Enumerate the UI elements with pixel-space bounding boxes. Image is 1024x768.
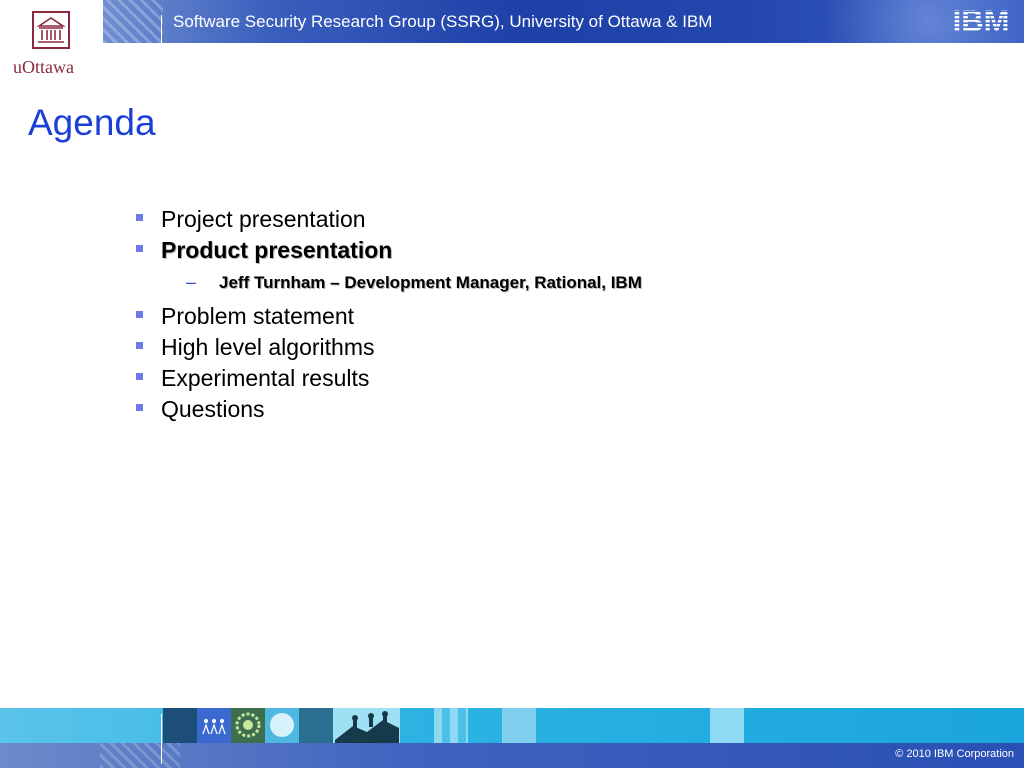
circle-icon — [270, 713, 294, 737]
footer-photo — [265, 708, 299, 743]
footer-tile — [502, 708, 536, 743]
copyright-text: © 2010 IBM Corporation — [895, 748, 1014, 760]
agenda-item: Product presentation — [136, 237, 836, 268]
agenda-item-label: High level algorithms — [161, 334, 375, 360]
agenda-item: Experimental results — [136, 365, 836, 396]
footer-tile — [434, 708, 468, 743]
uottawa-wordmark: uOttawa — [13, 57, 74, 77]
footer-photo — [197, 708, 231, 743]
agenda-item-label: Questions — [161, 396, 265, 422]
footer-photo — [163, 708, 197, 743]
gear-icon — [235, 712, 261, 738]
square-bullet-icon — [136, 342, 143, 349]
footer-pattern — [100, 743, 180, 768]
agenda-item-label: Project presentation — [161, 206, 366, 232]
agenda-item: Questions — [136, 396, 836, 427]
header-separator — [161, 15, 162, 43]
agenda-item: Project presentation — [136, 206, 836, 237]
uottawa-logo: uOttawa — [0, 0, 103, 90]
header-pattern — [103, 0, 163, 43]
agenda-item: Problem statement — [136, 303, 836, 334]
dash-marker: – — [186, 272, 197, 292]
square-bullet-icon — [136, 245, 143, 252]
agenda-subitem: – Jeff Turnham – Development Manager, Ra… — [136, 268, 836, 303]
footer-photo — [231, 708, 265, 743]
square-bullet-icon — [136, 311, 143, 318]
slide-title: Agenda — [28, 102, 156, 143]
building-icon — [32, 11, 70, 49]
agenda-item-label: Problem statement — [161, 303, 355, 329]
footer-tile — [710, 708, 744, 743]
people-icon — [202, 719, 226, 735]
footer-image-strip — [0, 708, 1024, 743]
square-bullet-icon — [136, 373, 143, 380]
footer-photo — [299, 708, 333, 743]
climbers-icon — [335, 711, 399, 743]
footer-separator — [161, 714, 162, 764]
square-bullet-icon — [136, 214, 143, 221]
agenda-item-label: Product presentation — [161, 237, 393, 263]
header-band: Software Security Research Group (SSRG),… — [103, 0, 1024, 43]
ibm-logo-text: IBM — [953, 4, 1010, 36]
agenda-subitem-label: Jeff Turnham – Development Manager, Rati… — [219, 273, 642, 292]
agenda-item: High level algorithms — [136, 334, 836, 365]
agenda-list: Project presentation Product presentatio… — [136, 206, 836, 427]
footer-photo — [333, 708, 400, 743]
header-title: Software Security Research Group (SSRG),… — [173, 12, 713, 31]
footer-band — [0, 743, 1024, 768]
ibm-logo: IBM — [953, 4, 1010, 36]
square-bullet-icon — [136, 404, 143, 411]
agenda-item-label: Experimental results — [161, 365, 370, 391]
